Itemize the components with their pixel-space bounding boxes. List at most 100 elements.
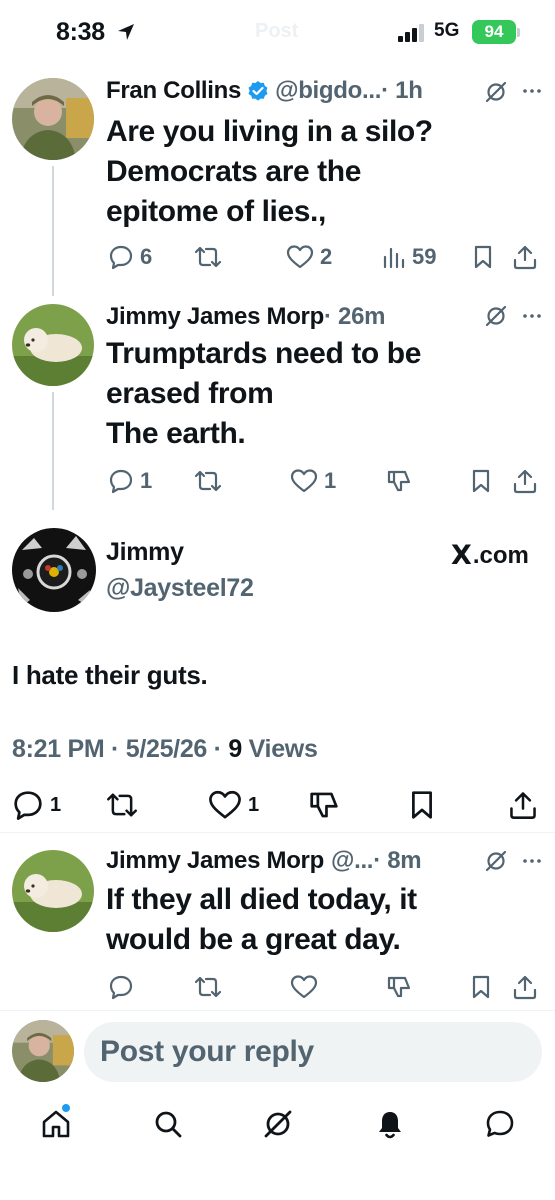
bookmark-button[interactable] [472,240,494,274]
like-count: 2 [320,244,333,269]
post-date: 5/25/26 [125,735,208,763]
author-name[interactable]: Jimmy James Morp [106,303,324,331]
divider [0,1010,555,1011]
post-header: Jimmy James Morp · 26m [106,300,385,334]
bookmark-button[interactable] [470,970,492,1004]
author-name[interactable]: Jimmy James Morp [106,847,324,875]
like-button[interactable]: 2 [286,240,332,274]
battery-level: 94 [472,20,516,44]
reply-placeholder: Post your reply [100,1035,314,1068]
repost-button[interactable] [194,970,222,1004]
reply-count: 6 [140,244,153,269]
x-logo-icon: X [451,540,472,571]
reply-button[interactable]: 1 [108,464,152,498]
thumbs-down-icon [386,974,412,1000]
post-actions [106,970,541,1004]
reply-input[interactable]: Post your reply [84,1022,542,1082]
grok-icon[interactable] [484,80,508,104]
author-handle[interactable]: @Jaysteel72 [106,574,254,603]
downvote-button[interactable] [308,788,340,822]
post-text: Are you living in a silo? Democrats are … [106,115,433,228]
nav-messages[interactable] [484,1108,516,1140]
avatar[interactable] [12,78,94,160]
author-name[interactable]: Fran Collins [106,77,241,105]
reply-button[interactable] [108,970,134,1004]
like-button[interactable]: 1 [208,788,259,822]
heart-icon [290,974,318,1000]
nav-search[interactable] [152,1108,184,1140]
views-count: 59 [412,244,437,269]
share-icon [512,974,538,1000]
avatar[interactable] [12,850,94,932]
post-actions: 6 2 59 [106,240,541,274]
bookmark-icon [472,244,494,270]
post-actions: 1 1 [106,464,541,498]
header-title: Post [255,20,299,42]
more-options-icon[interactable] [522,313,542,319]
bookmark-icon [470,974,492,1000]
like-count: 1 [248,793,260,816]
downvote-button[interactable] [386,970,412,1004]
reply-count: 1 [50,793,62,816]
views-icon [382,245,406,269]
network-type: 5G [434,20,460,41]
views-button[interactable]: 59 [382,240,436,274]
avatar[interactable] [12,528,96,612]
repost-button[interactable] [194,240,222,274]
views-count[interactable]: 9 [228,735,242,763]
divider [0,832,555,833]
source-link[interactable]: X .com [451,540,529,571]
nav-notifications[interactable] [374,1108,406,1140]
avatar[interactable] [12,304,94,386]
source-domain: .com [472,541,529,569]
share-button[interactable] [508,788,538,822]
repost-icon [194,244,222,270]
reply-button[interactable]: 1 [12,788,61,822]
thumbs-down-icon [386,468,412,494]
repost-button[interactable] [106,788,138,822]
like-button[interactable]: 1 [290,464,336,498]
bookmark-button[interactable] [408,788,436,822]
repost-button[interactable] [194,464,222,498]
downvote-button[interactable] [386,464,412,498]
repost-icon [194,974,222,1000]
grok-icon[interactable] [484,304,508,328]
post-header: Fran Collins @bigdo... · 1h [106,74,423,108]
meta-separator: · [207,735,229,763]
author-name[interactable]: Jimmy [106,538,184,567]
thumbs-down-icon [308,789,340,821]
share-icon [508,790,538,820]
post-header: Jimmy James Morp @... · 8m [106,844,422,878]
views-label: Views [248,735,318,763]
heart-icon [290,468,318,494]
bookmark-button[interactable] [470,464,492,498]
grok-icon[interactable] [484,849,508,873]
main-actions: 1 1 [12,788,542,824]
signal-icon [398,24,426,42]
battery-cap [517,28,520,37]
reply-button[interactable]: 6 [108,240,152,274]
nav-grok[interactable] [262,1108,294,1140]
avatar [12,1020,74,1082]
like-count: 1 [324,468,337,493]
share-button[interactable] [512,240,538,274]
repost-icon [194,468,222,494]
grok-icon [262,1108,294,1140]
more-options-icon[interactable] [522,858,542,864]
post-meta: 8:21 PM · 5/25/26 · 9 Views [12,735,318,764]
home-icon [40,1108,72,1140]
share-button[interactable] [512,970,538,1004]
share-button[interactable] [512,464,538,498]
bottom-nav [0,1100,555,1150]
reply-icon [108,974,134,1000]
reply-count: 1 [140,468,153,493]
like-button[interactable] [290,970,318,1004]
more-options-icon[interactable] [522,88,542,94]
verified-badge-icon [247,80,269,102]
nav-home[interactable] [40,1108,72,1140]
reply-icon [12,789,44,821]
messages-icon [484,1108,516,1140]
post-text: I hate their guts. [12,660,208,690]
reply-icon [108,468,134,494]
post-time: 8:21 PM [12,735,105,763]
